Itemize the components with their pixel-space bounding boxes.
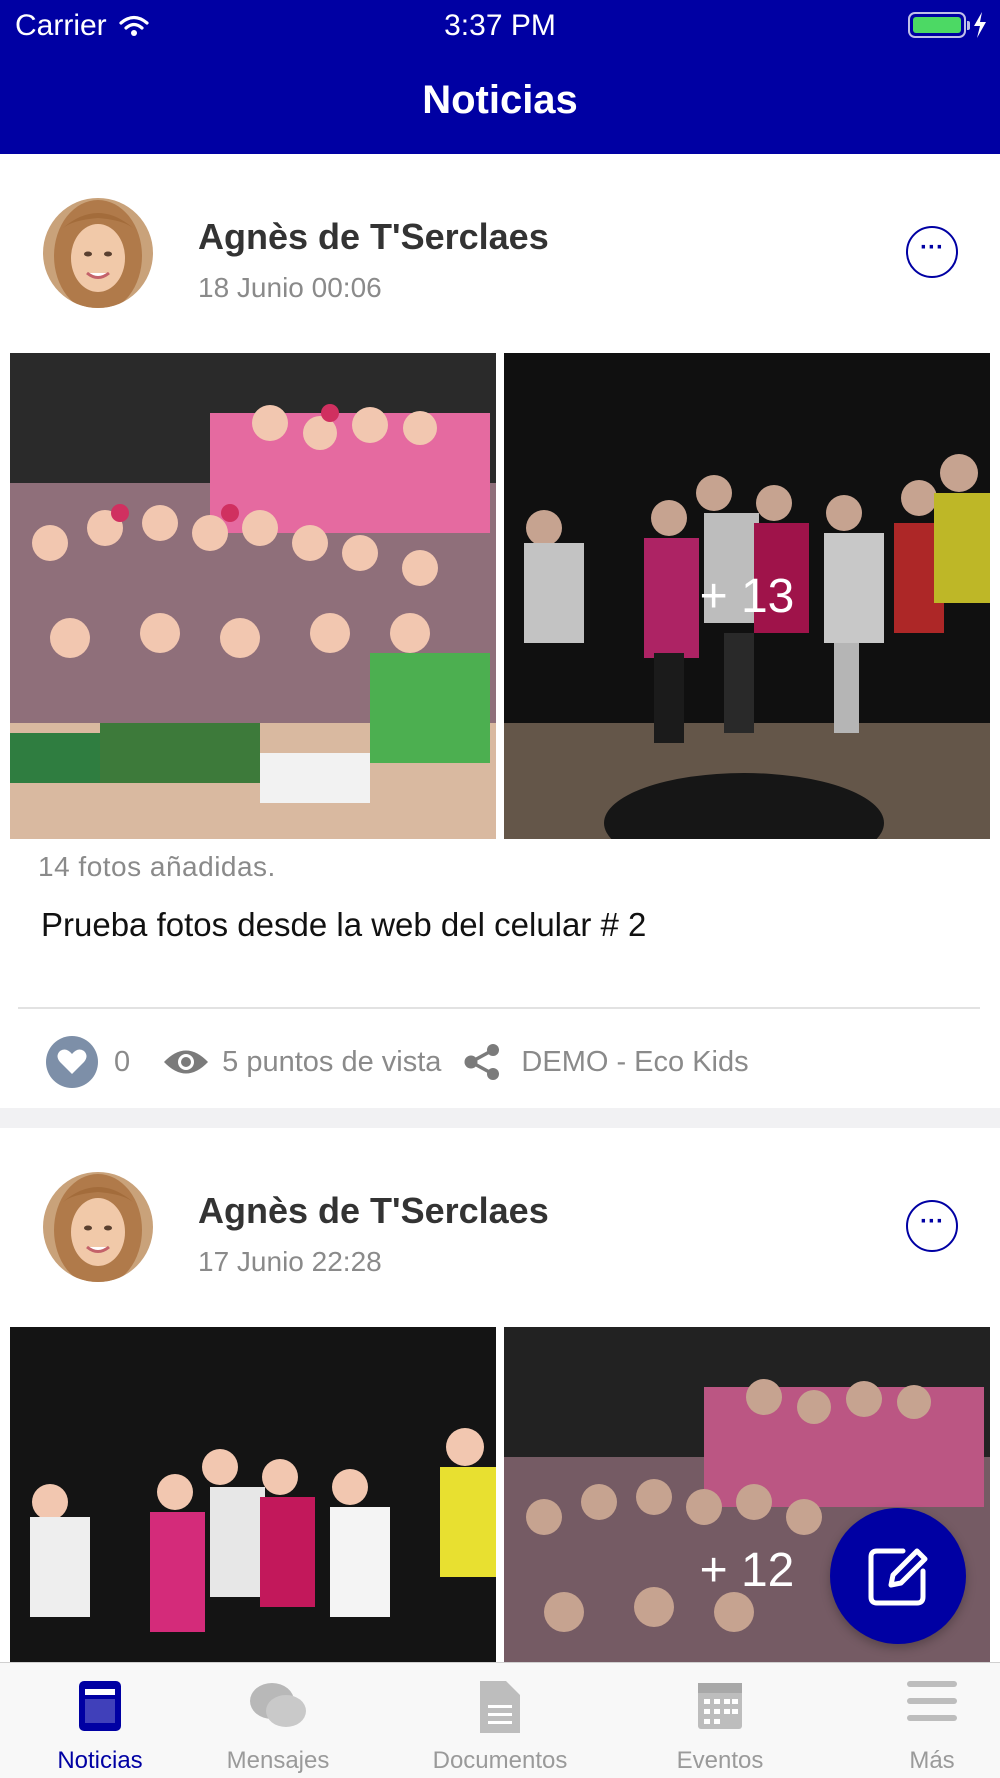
tab-bar: Noticias Mensajes Documentos Eventos Más <box>0 1662 1000 1778</box>
tab-label: Eventos <box>676 1747 764 1774</box>
more-photos-count[interactable]: + 13 <box>504 353 990 839</box>
view-count: 5 puntos de vista <box>222 1045 442 1078</box>
post-author[interactable]: Agnès de T'Serclaes <box>198 216 549 258</box>
compose-button[interactable] <box>830 1508 966 1644</box>
chat-icon <box>250 1683 306 1727</box>
divider <box>18 1007 980 1009</box>
news-icon <box>79 1681 121 1731</box>
avatar[interactable] <box>43 198 153 308</box>
eye-icon <box>164 1050 209 1074</box>
app-screen: Carrier 3:37 PM Noticias Agnès de T'Serc… <box>0 0 1000 1778</box>
post-photo[interactable]: + 13 <box>504 353 990 839</box>
more-options-button[interactable]: ··· <box>906 1200 958 1252</box>
tab-mensajes[interactable]: Mensajes <box>178 1663 378 1778</box>
post-author[interactable]: Agnès de T'Serclaes <box>198 1190 549 1232</box>
post-photo[interactable] <box>10 353 496 839</box>
post-footer: 0 5 puntos de vista DEMO - Eco Kids <box>46 1034 749 1090</box>
charging-bolt-icon <box>974 12 986 38</box>
post-text: Prueba fotos desde la web del celular # … <box>41 906 647 943</box>
edit-icon <box>868 1548 928 1606</box>
like-heart-icon[interactable] <box>46 1036 98 1088</box>
menu-icon <box>907 1681 957 1721</box>
tab-label: Documentos <box>432 1747 568 1774</box>
tab-documentos[interactable]: Documentos <box>400 1663 600 1778</box>
avatar[interactable] <box>43 1172 153 1282</box>
document-icon <box>480 1681 520 1733</box>
calendar-icon <box>698 1683 742 1729</box>
tab-label: Noticias <box>57 1747 143 1774</box>
battery-indicator <box>908 12 988 38</box>
header: Carrier 3:37 PM Noticias <box>0 0 1000 154</box>
more-options-button[interactable]: ··· <box>906 226 958 278</box>
battery-icon <box>908 12 970 38</box>
tab-eventos[interactable]: Eventos <box>620 1663 820 1778</box>
tab-label: Más <box>909 1747 955 1774</box>
photos-added-note: 14 fotos añadidas. <box>38 851 276 882</box>
tab-mas[interactable]: Más <box>832 1663 1000 1778</box>
like-count: 0 <box>114 1045 131 1078</box>
share-icon[interactable] <box>463 1044 501 1080</box>
clock: 3:37 PM <box>444 9 556 42</box>
tab-noticias[interactable]: Noticias <box>0 1663 200 1778</box>
page-title: Noticias <box>422 78 578 122</box>
post-date: 17 Junio 22:28 <box>198 1246 382 1277</box>
tab-label: Mensajes <box>226 1747 330 1774</box>
post-date: 18 Junio 00:06 <box>198 272 382 303</box>
status-bar: Carrier 3:37 PM <box>0 0 1000 52</box>
news-post: Agnès de T'Serclaes 18 Junio 00:06 ··· +… <box>0 154 1000 1108</box>
group-name[interactable]: DEMO - Eco Kids <box>521 1046 748 1079</box>
